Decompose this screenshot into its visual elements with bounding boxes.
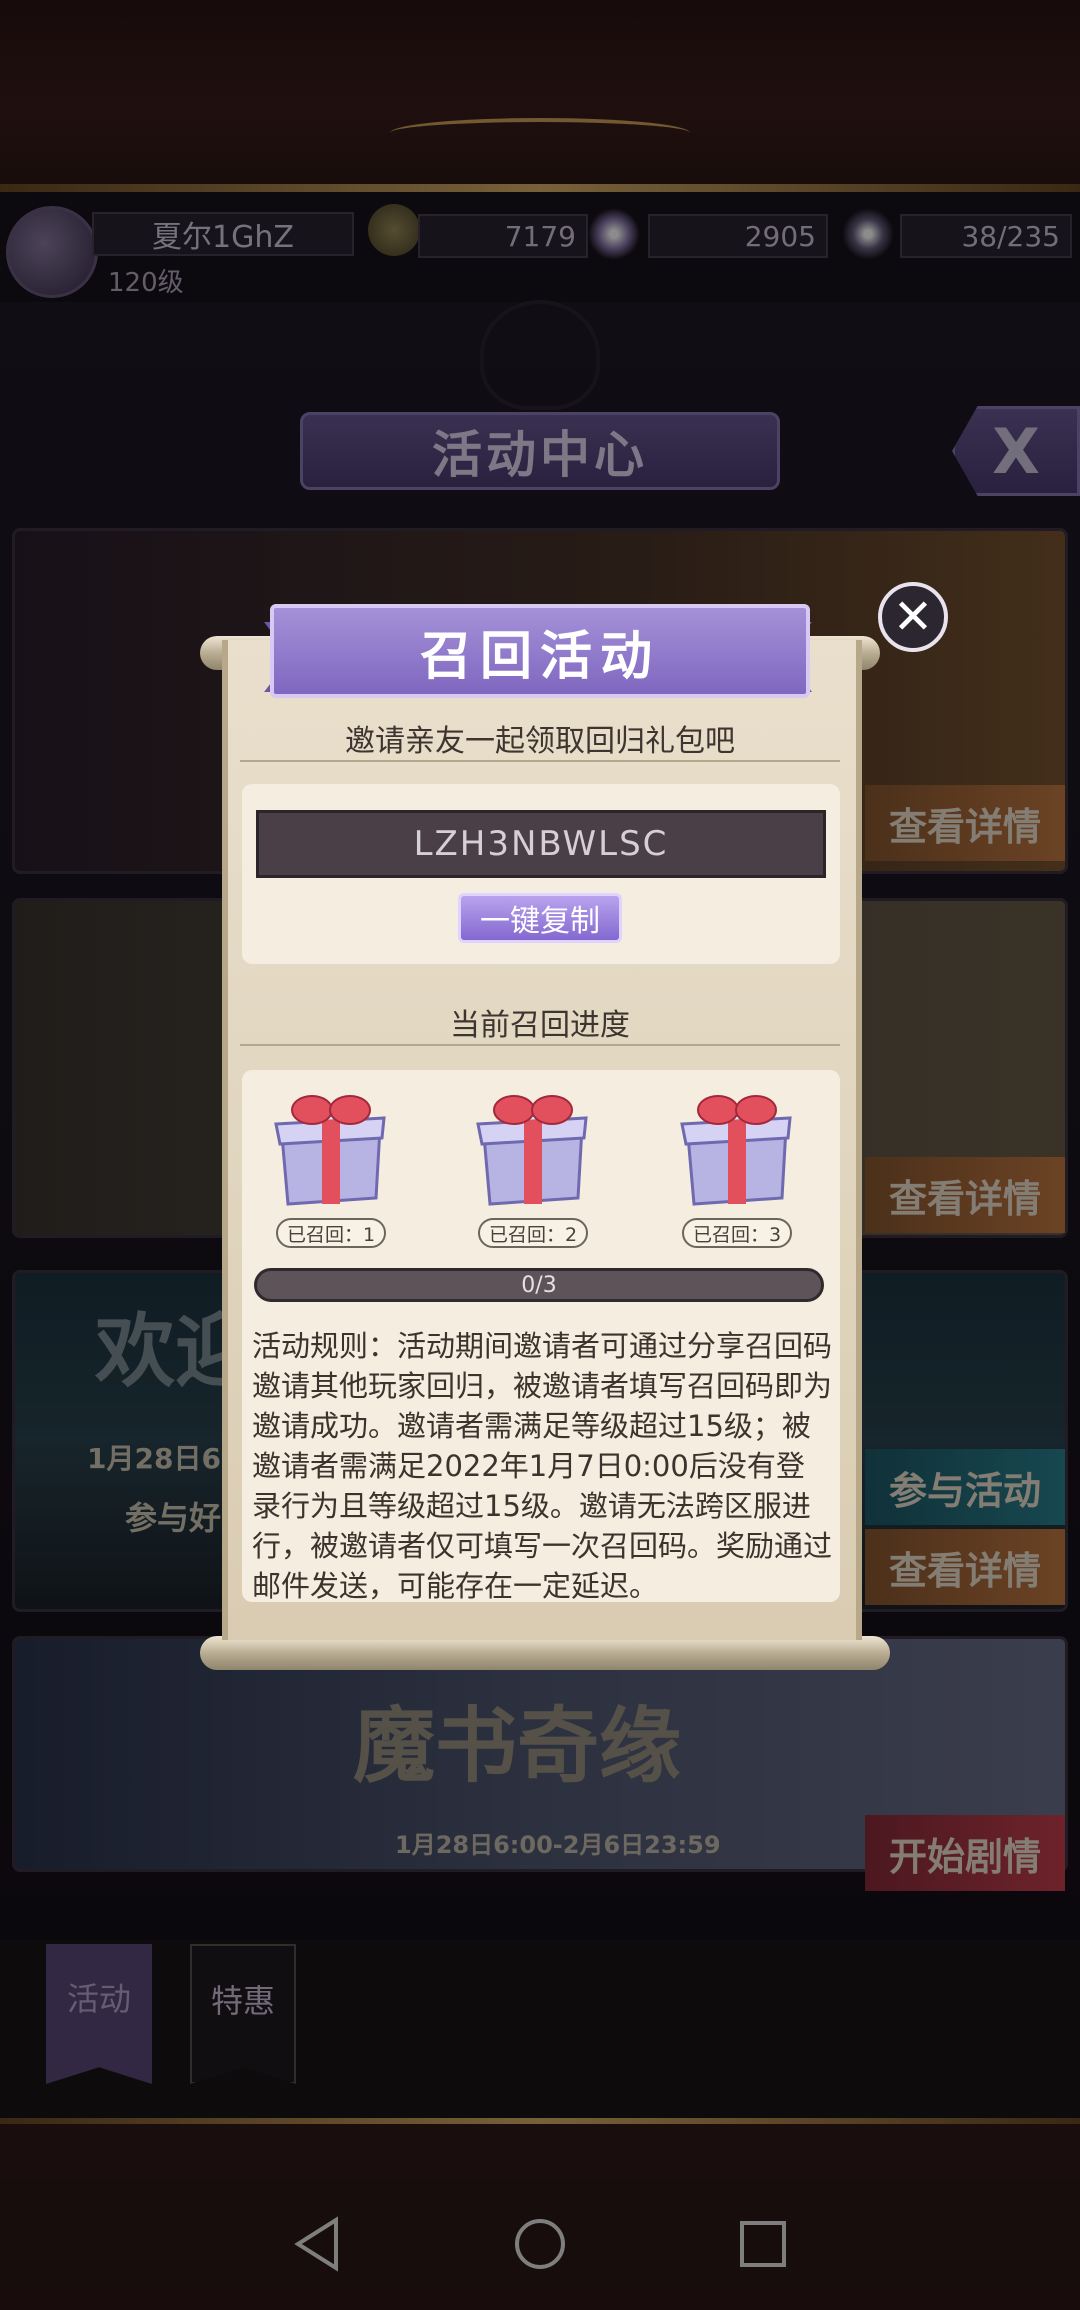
progress-bar-text: 0/3 [521, 1272, 557, 1298]
dialog-title: 召回活动 [270, 604, 810, 698]
dialog-close-button[interactable]: ✕ [878, 582, 948, 652]
reward-label-1: 已召回：1 [276, 1218, 386, 1248]
recall-progress-bar: 0/3 [254, 1268, 824, 1302]
reward-label-2: 已召回：2 [478, 1218, 588, 1248]
gift-box-icon[interactable] [270, 1090, 392, 1210]
gift-box-icon[interactable] [676, 1090, 798, 1210]
invite-code-field[interactable]: LZH3NBWLSC [256, 810, 826, 878]
dialog-subtitle: 邀请亲友一起领取回归礼包吧 [240, 716, 840, 762]
activity-rules-text: 活动规则：活动期间邀请者可通过分享召回码邀请其他玩家回归，被邀请者填写召回码即为… [252, 1329, 833, 1603]
app-screen: { "player": {"nickname": "夏尔1GhZ", "leve… [0, 0, 1080, 2310]
reward-label-3: 已召回：3 [682, 1218, 792, 1248]
scroll-bottom-rod [200, 1636, 890, 1670]
copy-code-button[interactable]: 一键复制 [458, 893, 622, 943]
gift-box-icon[interactable] [472, 1090, 594, 1210]
progress-title: 当前召回进度 [240, 1000, 840, 1046]
